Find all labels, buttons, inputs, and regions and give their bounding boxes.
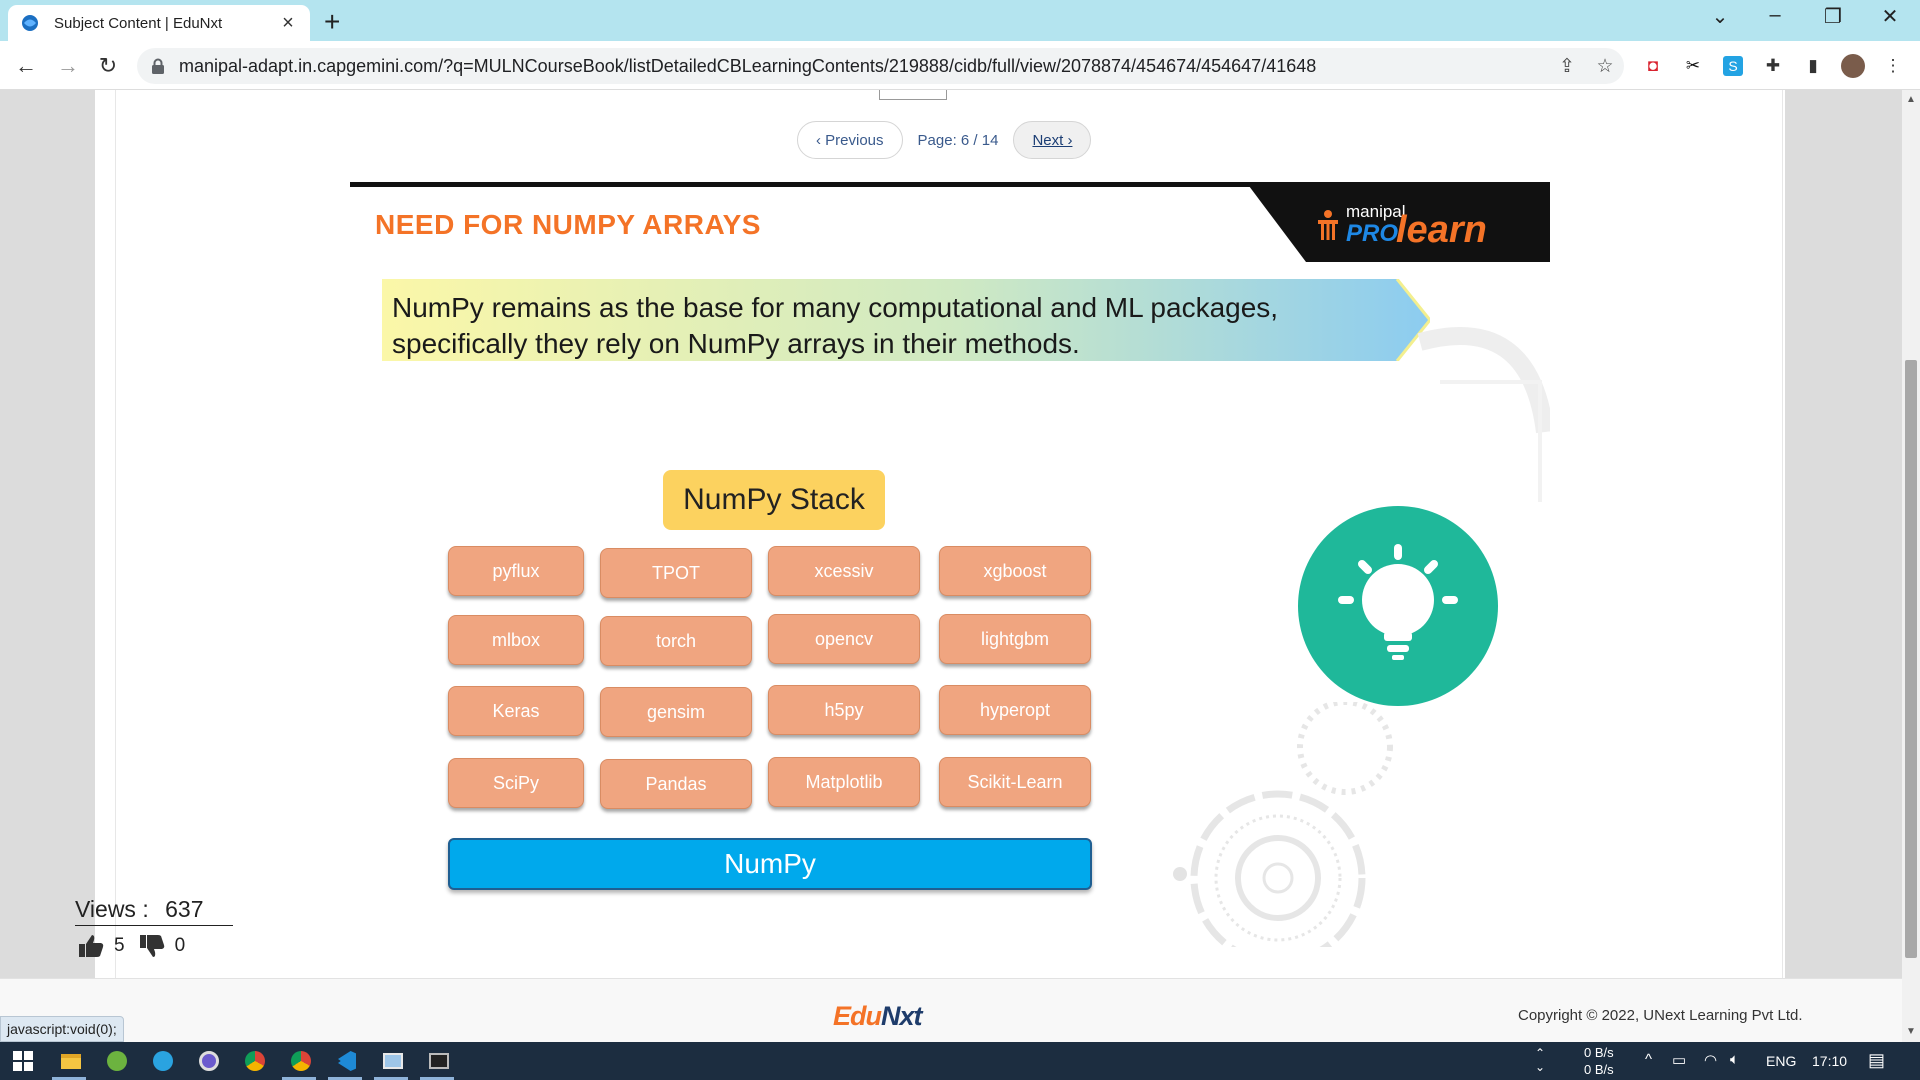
likes-count: 5 [114,935,125,956]
photos-icon[interactable] [380,1048,406,1074]
slide-title: NEED FOR NUMPY ARRAYS [375,209,761,240]
pocket-extension-icon[interactable]: ◘ [1640,53,1666,79]
new-tab-icon[interactable]: + [324,6,340,38]
extensions-puzzle-icon[interactable]: ✚ [1760,53,1786,79]
network-speed: 0 B/s 0 B/s [1584,1044,1614,1078]
scroll-up-icon[interactable]: ▲ [1906,94,1916,105]
previous-button[interactable]: ‹ Previous [797,121,903,159]
tab-close-icon[interactable]: × [278,12,298,35]
windows-start-icon[interactable] [10,1048,36,1074]
upload-speed: 0 B/s [1584,1045,1614,1060]
restore-icon[interactable]: ❐ [1813,4,1853,29]
pager: ‹ Previous Page: 6 / 14 Next › [797,120,1092,160]
tab-title: Subject Content | EduNxt [54,14,223,32]
android-app-icon[interactable] [104,1048,130,1074]
package-mlbox: mlbox [448,615,584,665]
extension-icon[interactable]: ✂ [1680,53,1706,79]
package-xgboost: xgboost [939,546,1091,596]
package-pandas: Pandas [600,759,752,809]
decorative-arc [1417,327,1550,502]
share-icon[interactable]: ⇪ [1548,55,1586,78]
package-pyflux: pyflux [448,546,584,596]
address-bar[interactable]: manipal-adapt.in.capgemini.com/?q=MULNCo… [137,48,1624,84]
thumbs-down-icon[interactable] [139,934,165,958]
package-matplotlib: Matplotlib [768,757,920,807]
lightbulb-icon [1298,506,1498,706]
package-keras: Keras [448,686,584,736]
divider [115,90,116,980]
chrome-profile-icon[interactable] [288,1048,314,1074]
side-panel-icon[interactable]: ▮ [1800,53,1826,79]
telegram-icon[interactable] [150,1048,176,1074]
hidden-icons-chevron-icon[interactable]: ^ [1645,1051,1652,1068]
windows-taskbar: ⌃ ⌄ 0 B/s 0 B/s ^ ▭ ◠ 🔈︎ ENG 17:10 ▤ [0,1042,1920,1080]
vscode-icon[interactable] [334,1048,360,1074]
banner-text: NumPy remains as the base for many compu… [392,292,1279,359]
decorative-rings [1173,702,1393,947]
views-count: 637 [165,896,204,922]
package-lightgbm: lightgbm [939,614,1091,664]
forward-icon[interactable]: → [52,50,84,82]
menu-kebab-icon[interactable]: ⋮ [1880,53,1906,79]
edunxt-favicon-icon [20,13,40,33]
numpy-base-bar: NumPy [448,838,1092,890]
slide: NEED FOR NUMPY ARRAYS manipal PRO learn [350,182,1550,947]
site-footer: EduNxt Copyright © 2022, UNext Learning … [0,978,1902,1042]
tab-strip: Subject Content | EduNxt × + ⌄ – ❐ ✕ [0,0,1920,41]
views-label: Views : [75,896,149,922]
views-counter: Views : 637 [75,896,233,926]
minimize-icon[interactable]: – [1755,4,1795,27]
thumbs-up-icon[interactable] [78,934,104,958]
scroll-down-icon[interactable]: ▼ [1906,1026,1916,1037]
page-scrollbar[interactable]: ▲ ▼ [1902,90,1920,1042]
package-torch: torch [600,616,752,666]
divider [1782,90,1783,980]
browser-toolbar: ← → ↻ manipal-adapt.in.capgemini.com/?q=… [0,41,1920,90]
numpy-stack-title: NumPy Stack [663,470,885,530]
svg-text:learn: learn [1396,209,1487,251]
package-gensim: gensim [600,687,752,737]
next-button[interactable]: Next › [1013,121,1092,159]
volume-icon[interactable]: 🔈︎ [1730,1051,1739,1068]
battery-icon[interactable]: ▭ [1672,1051,1686,1069]
download-speed: 0 B/s [1584,1062,1614,1077]
url-text: manipal-adapt.in.capgemini.com/?q=MULNCo… [179,55,1317,76]
reactions: 5 0 [78,934,199,958]
copyright-text: Copyright © 2022, UNext Learning Pvt Ltd… [1518,1007,1803,1024]
page-indicator: Page: 6 / 14 [917,131,999,149]
package-opencv: opencv [768,614,920,664]
dislikes-count: 0 [174,935,186,956]
s-extension-icon[interactable]: S [1720,53,1746,79]
package-tpot: TPOT [600,548,752,598]
bookmark-star-icon[interactable]: ☆ [1586,55,1624,78]
manipal-prolearn-logo: manipal PRO learn [1246,182,1550,262]
close-window-icon[interactable]: ✕ [1870,4,1910,29]
package-hyperopt: hyperopt [939,685,1091,735]
tray-expand-icon[interactable]: ⌃ ⌄ [1535,1046,1545,1074]
back-icon[interactable]: ← [10,50,42,82]
reload-icon[interactable]: ↻ [92,50,124,82]
avatar[interactable] [1840,53,1866,79]
terminal-icon[interactable] [426,1048,452,1074]
package-h5py: h5py [768,685,920,735]
wifi-icon[interactable]: ◠ [1704,1051,1717,1069]
lock-icon [152,58,164,74]
zoom-size-control-partial [875,90,947,101]
scrollbar-thumb[interactable] [1905,360,1917,958]
language-indicator[interactable]: ENG [1766,1053,1796,1069]
chrome-icon[interactable] [242,1048,268,1074]
file-explorer-icon[interactable] [58,1048,84,1074]
svg-text:PRO: PRO [1346,220,1398,247]
edunxt-logo[interactable]: EduNxt [833,1001,923,1032]
package-xcessiv: xcessiv [768,546,920,596]
media-player-icon[interactable] [196,1048,222,1074]
package-scipy: SciPy [448,758,584,808]
browser-tab[interactable]: Subject Content | EduNxt × [8,5,310,41]
clock[interactable]: 17:10 [1812,1053,1847,1069]
tab-search-chevron-icon[interactable]: ⌄ [1700,4,1740,29]
page-viewport: ‹ Previous Page: 6 / 14 Next › NEED FOR … [0,90,1902,1042]
package-scikit-learn: Scikit-Learn [939,757,1091,807]
link-status-bubble: javascript:void(0); [0,1016,124,1042]
notifications-icon[interactable]: ▤ [1868,1050,1885,1071]
